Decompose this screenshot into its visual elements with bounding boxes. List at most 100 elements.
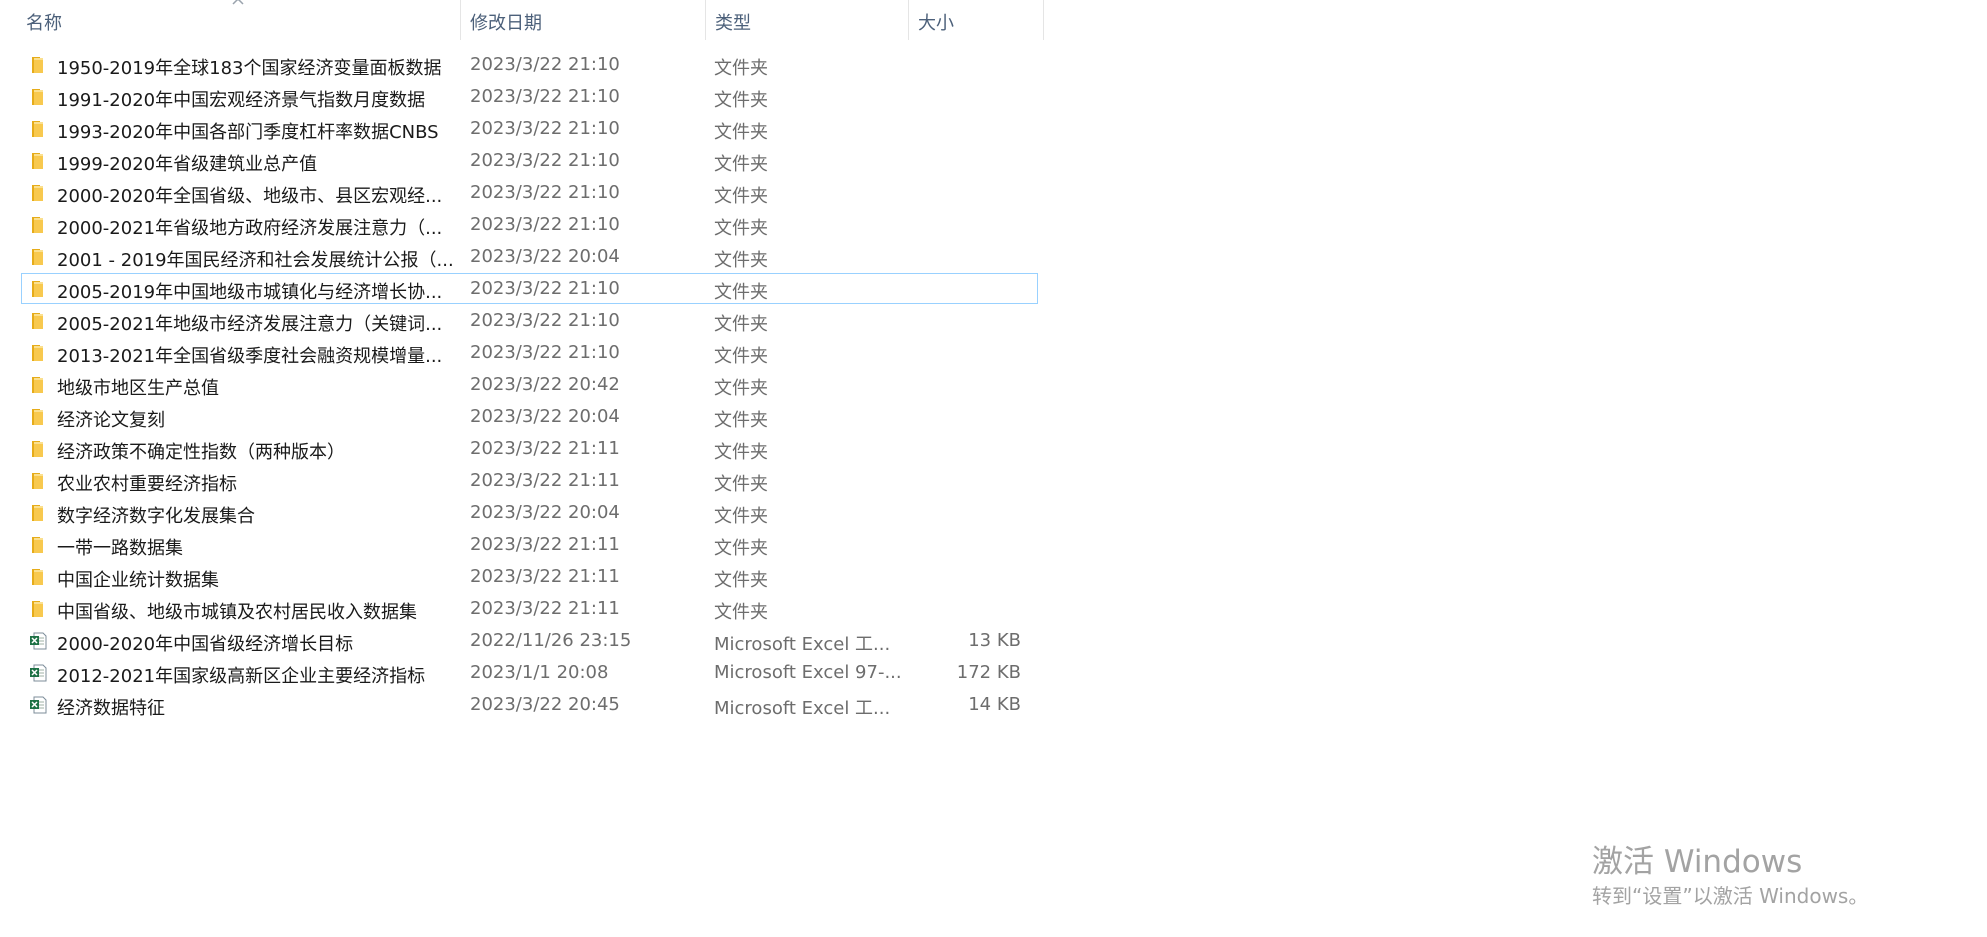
- watermark-subtitle: 转到“设置”以激活 Windows。: [1592, 884, 1869, 908]
- folder-icon: [29, 344, 47, 362]
- file-row[interactable]: 数字经济数字化发展集合 2023/3/22 20:04 文件夹: [21, 497, 1038, 528]
- folder-icon: [29, 504, 47, 522]
- file-modified-date: 2023/3/22 21:11: [470, 470, 620, 491]
- folder-icon: [29, 280, 47, 298]
- column-header-name[interactable]: 名称: [17, 0, 461, 40]
- file-row[interactable]: 2000-2021年省级地方政府经济发展注意力（... 2023/3/22 21:…: [21, 209, 1038, 240]
- file-row[interactable]: 2012-2021年国家级高新区企业主要经济指标 2023/1/1 20:08 Mi…: [21, 657, 1038, 688]
- file-modified-date: 2023/1/1 20:08: [470, 662, 609, 683]
- file-type: 文件夹: [714, 378, 768, 399]
- file-name: 2000-2020年中国省级经济增长目标: [57, 634, 354, 655]
- file-name: 2000-2021年省级地方政府经济发展注意力（...: [57, 218, 443, 239]
- file-modified-date: 2023/3/22 21:11: [470, 438, 620, 459]
- folder-icon: [29, 440, 47, 458]
- file-modified-date: 2023/3/22 20:04: [470, 246, 620, 267]
- file-type: 文件夹: [714, 218, 768, 239]
- file-name: 经济数据特征: [57, 698, 165, 719]
- file-row[interactable]: 中国省级、地级市城镇及农村居民收入数据集 2023/3/22 21:11 文件夹: [21, 593, 1038, 624]
- folder-icon: [29, 216, 47, 234]
- file-modified-date: 2023/3/22 21:11: [470, 566, 620, 587]
- file-modified-date: 2023/3/22 21:10: [470, 118, 620, 139]
- file-type: Microsoft Excel 97-...: [714, 662, 902, 683]
- file-row[interactable]: 2013-2021年全国省级季度社会融资规模增量... 2023/3/22 21:…: [21, 337, 1038, 368]
- file-name: 1999-2020年省级建筑业总产值: [57, 154, 318, 175]
- file-row[interactable]: 中国企业统计数据集 2023/3/22 21:11 文件夹: [21, 561, 1038, 592]
- file-row[interactable]: 地级市地区生产总值 2023/3/22 20:42 文件夹: [21, 369, 1038, 400]
- column-header-size[interactable]: 大小: [909, 0, 1044, 40]
- file-type: Microsoft Excel 工...: [714, 698, 891, 719]
- column-header-type-label: 类型: [715, 13, 751, 34]
- file-modified-date: 2023/3/22 21:10: [470, 182, 620, 203]
- file-row[interactable]: 农业农村重要经济指标 2023/3/22 21:11 文件夹: [21, 465, 1038, 496]
- folder-icon: [29, 600, 47, 618]
- file-type: 文件夹: [714, 154, 768, 175]
- file-type: 文件夹: [714, 58, 768, 79]
- file-modified-date: 2023/3/22 20:04: [470, 406, 620, 427]
- file-row[interactable]: 2000-2020年中国省级经济增长目标 2022/11/26 23:15 Micr…: [21, 625, 1038, 656]
- file-modified-date: 2023/3/22 21:10: [470, 310, 620, 331]
- file-modified-date: 2023/3/22 20:42: [470, 374, 620, 395]
- file-name: 经济论文复刻: [57, 410, 165, 431]
- file-row[interactable]: 经济政策不确定性指数（两种版本） 2023/3/22 21:11 文件夹: [21, 433, 1038, 464]
- file-type: 文件夹: [714, 474, 768, 495]
- file-row[interactable]: 1993-2020年中国各部门季度杠杆率数据CNBS 2023/3/22 21:1…: [21, 113, 1038, 144]
- folder-icon: [29, 88, 47, 106]
- file-modified-date: 2023/3/22 21:11: [470, 534, 620, 555]
- folder-icon: [29, 408, 47, 426]
- file-modified-date: 2023/3/22 21:10: [470, 54, 620, 75]
- file-type: 文件夹: [714, 90, 768, 111]
- excel-file-icon: [29, 696, 47, 714]
- file-row[interactable]: 经济数据特征 2023/3/22 20:45 Microsoft Excel 工..…: [21, 689, 1038, 720]
- windows-activation-watermark: 激活 Windows 转到“设置”以激活 Windows。: [1592, 842, 1868, 910]
- file-type: 文件夹: [714, 538, 768, 559]
- file-modified-date: 2023/3/22 20:04: [470, 502, 620, 523]
- folder-icon: [29, 120, 47, 138]
- folder-icon: [29, 568, 47, 586]
- file-row[interactable]: 1950-2019年全球183个国家经济变量面板数据 2023/3/22 21:1…: [21, 49, 1038, 80]
- file-type: 文件夹: [714, 122, 768, 143]
- file-modified-date: 2023/3/22 21:10: [470, 342, 620, 363]
- file-modified-date: 2023/3/22 21:10: [470, 86, 620, 107]
- file-modified-date: 2023/3/22 20:45: [470, 694, 620, 715]
- folder-icon: [29, 152, 47, 170]
- file-type: 文件夹: [714, 570, 768, 591]
- file-name: 中国省级、地级市城镇及农村居民收入数据集: [57, 602, 417, 623]
- file-name: 1993-2020年中国各部门季度杠杆率数据CNBS: [57, 122, 439, 143]
- file-type: 文件夹: [714, 186, 768, 207]
- folder-icon: [29, 184, 47, 202]
- file-name: 地级市地区生产总值: [57, 378, 219, 399]
- file-type: Microsoft Excel 工...: [714, 634, 891, 655]
- excel-file-icon: [29, 664, 47, 682]
- file-row[interactable]: 1999-2020年省级建筑业总产值 2023/3/22 21:10 文件夹: [21, 145, 1038, 176]
- column-header-date[interactable]: 修改日期: [461, 0, 706, 40]
- file-name: 2013-2021年全国省级季度社会融资规模增量...: [57, 346, 443, 367]
- file-name: 2012-2021年国家级高新区企业主要经济指标: [57, 666, 426, 687]
- file-row[interactable]: 2001 - 2019年国民经济和社会发展统计公报（... 2023/3/22 2…: [21, 241, 1038, 272]
- file-name: 农业农村重要经济指标: [57, 474, 237, 495]
- file-name: 2005-2021年地级市经济发展注意力（关键词...: [57, 314, 443, 335]
- file-modified-date: 2023/3/22 21:10: [470, 278, 620, 299]
- file-modified-date: 2023/3/22 21:10: [470, 150, 620, 171]
- file-row[interactable]: 经济论文复刻 2023/3/22 20:04 文件夹: [21, 401, 1038, 432]
- file-row[interactable]: 2000-2020年全国省级、地级市、县区宏观经... 2023/3/22 21:…: [21, 177, 1038, 208]
- file-size: 14 KB: [968, 694, 1021, 715]
- excel-file-icon: [29, 632, 47, 650]
- folder-icon: [29, 248, 47, 266]
- file-type: 文件夹: [714, 282, 768, 303]
- file-row[interactable]: 2005-2019年中国地级市城镇化与经济增长协... 2023/3/22 21:…: [21, 273, 1038, 304]
- file-type: 文件夹: [714, 410, 768, 431]
- file-row[interactable]: 一带一路数据集 2023/3/22 21:11 文件夹: [21, 529, 1038, 560]
- file-row[interactable]: 1991-2020年中国宏观经济景气指数月度数据 2023/3/22 21:10 文…: [21, 81, 1038, 112]
- file-size: 172 KB: [956, 662, 1021, 683]
- file-modified-date: 2023/3/22 21:11: [470, 598, 620, 619]
- file-name: 2001 - 2019年国民经济和社会发展统计公报（...: [57, 250, 454, 271]
- file-row[interactable]: 2005-2021年地级市经济发展注意力（关键词... 2023/3/22 21:…: [21, 305, 1038, 336]
- column-header-date-label: 修改日期: [470, 13, 542, 34]
- file-type: 文件夹: [714, 250, 768, 271]
- file-name: 经济政策不确定性指数（两种版本）: [57, 442, 345, 463]
- file-name: 1950-2019年全球183个国家经济变量面板数据: [57, 58, 442, 79]
- folder-icon: [29, 536, 47, 554]
- column-header-type[interactable]: 类型: [706, 0, 909, 40]
- file-type: 文件夹: [714, 442, 768, 463]
- file-name: 一带一路数据集: [57, 538, 183, 559]
